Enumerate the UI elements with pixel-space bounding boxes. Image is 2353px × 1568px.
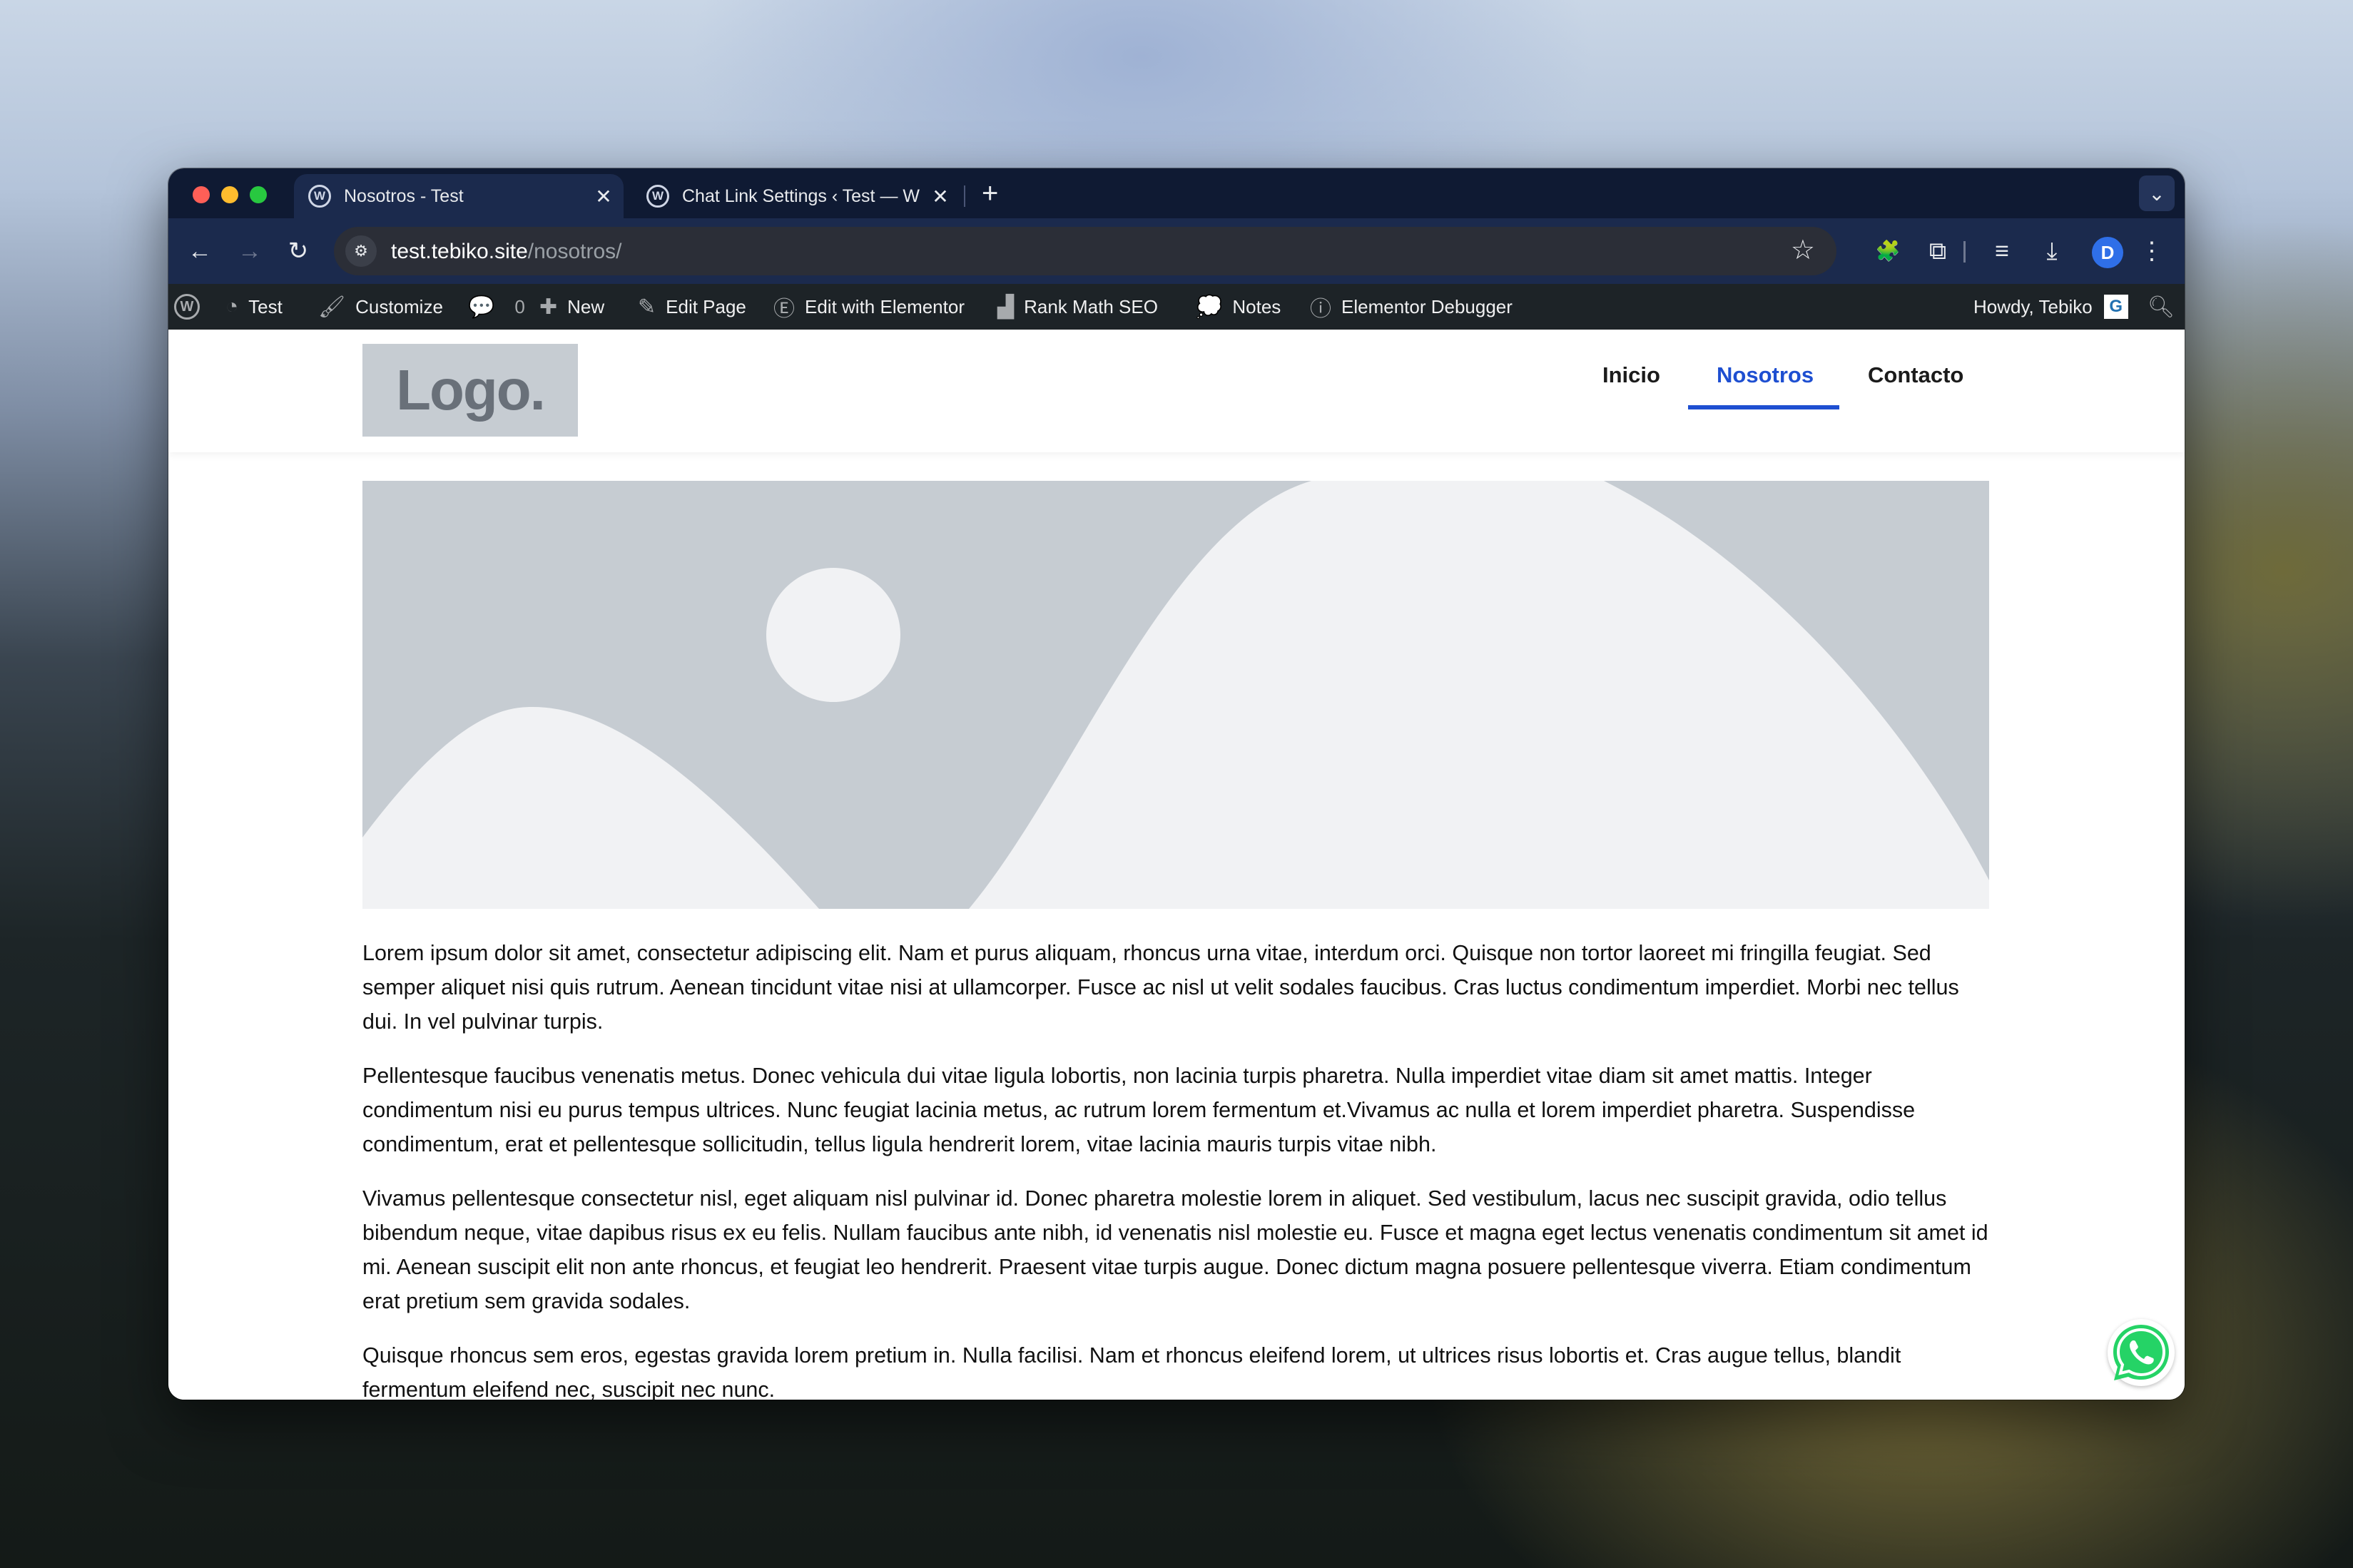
notes-label: Notes — [1232, 295, 1281, 317]
wp-admin-bar: W ◔ Test 🖌 Customize 💬 0 ✚ New ✎ Edit Pa… — [168, 284, 2185, 330]
close-tab-icon[interactable]: ✕ — [591, 185, 616, 208]
tab-strip: W Nosotros - Test ✕ W Chat Link Settings… — [168, 168, 2185, 218]
tab-separator — [964, 185, 965, 207]
profile-avatar[interactable]: D — [2092, 237, 2123, 268]
hero-placeholder-image — [362, 481, 1989, 909]
rank-math-label: Rank Math SEO — [1024, 295, 1158, 317]
speech-bubble-icon: 💭 — [1196, 295, 1223, 319]
rank-math-menu[interactable]: ▟ Rank Math SEO — [997, 284, 1158, 330]
edit-page-link[interactable]: ✎ Edit Page — [638, 284, 746, 330]
paragraph: Pellentesque faucibus venenatis metus. D… — [362, 1064, 1916, 1156]
customize-link[interactable]: 🖌 Customize — [318, 284, 443, 330]
site-header: Logo. Inicio Nosotros Contacto — [168, 330, 2185, 452]
notes-menu[interactable]: 💭 Notes — [1196, 284, 1281, 330]
elementor-debugger-label: Elementor Debugger — [1341, 295, 1513, 317]
close-window-button[interactable] — [193, 186, 210, 203]
comment-bubble-icon: 💬 — [468, 295, 495, 319]
admin-search[interactable]: 🔍︎ — [2148, 284, 2175, 330]
whatsapp-icon — [2113, 1325, 2169, 1380]
minimize-window-button[interactable] — [221, 186, 238, 203]
zoom-window-button[interactable] — [250, 186, 267, 203]
whatsapp-chat-button[interactable] — [2108, 1319, 2175, 1386]
extensions-puzzle-icon[interactable]: ⧉ — [1921, 234, 1955, 268]
reading-list-icon[interactable]: ≡ — [1985, 234, 2019, 268]
url-text: test.tebiko.site/nosotros/ — [391, 240, 622, 263]
bookmark-star-icon[interactable]: ☆ — [1791, 234, 1815, 266]
close-tab-icon[interactable]: ✕ — [928, 185, 953, 208]
paragraph: Vivamus pellentesque consectetur nisl, e… — [362, 1186, 1988, 1313]
edit-elementor-label: Edit with Elementor — [805, 295, 965, 317]
elementor-debugger-menu[interactable]: ⓘ Elementor Debugger — [1310, 284, 1513, 330]
toolbar-divider — [1963, 241, 1966, 263]
forward-arrow-icon[interactable]: → — [233, 234, 267, 268]
tab-chat-link-settings[interactable]: W Chat Link Settings ‹ Test — W ✕ — [632, 174, 960, 218]
new-label: New — [567, 295, 605, 317]
browser-toolbar: ← → ↻ ⚙ test.tebiko.site/nosotros/ ☆ 🧩 ⧉… — [168, 218, 2185, 284]
dashboard-gauge-icon: ◔ — [225, 295, 239, 318]
tab-title: Nosotros - Test — [344, 185, 464, 206]
nav-link-nosotros[interactable]: Nosotros — [1717, 362, 1814, 388]
wp-logo-menu[interactable]: W — [174, 284, 200, 330]
back-arrow-icon[interactable]: ← — [183, 234, 217, 268]
new-tab-button[interactable]: + — [982, 175, 998, 211]
browser-menu-icon[interactable]: ⋮ — [2135, 234, 2169, 268]
info-icon: ⓘ — [1310, 297, 1331, 321]
paragraph: Quisque rhoncus sem eros, egestas gravid… — [362, 1343, 1901, 1400]
comments-link[interactable]: 💬 0 — [468, 284, 525, 330]
extension-color-icon[interactable]: 🧩 — [1871, 234, 1905, 268]
nav-link-contacto[interactable]: Contacto — [1868, 362, 1963, 388]
search-icon: 🔍︎ — [2148, 295, 2175, 319]
reload-icon[interactable]: ↻ — [281, 234, 315, 268]
customize-label: Customize — [355, 295, 443, 317]
howdy-label: Howdy, Tebiko — [1973, 295, 2093, 317]
my-account-menu[interactable]: Howdy, Tebiko G — [1973, 284, 2128, 330]
browser-window: W Nosotros - Test ✕ W Chat Link Settings… — [168, 168, 2185, 1400]
edit-page-label: Edit Page — [666, 295, 746, 317]
rank-math-chart-icon: ▟ — [997, 295, 1015, 319]
nav-link-inicio[interactable]: Inicio — [1602, 362, 1660, 388]
paragraph: Lorem ipsum dolor sit amet, consectetur … — [362, 941, 1959, 1034]
download-icon[interactable]: ⤓ — [2035, 234, 2069, 268]
paintbrush-icon: 🖌 — [318, 295, 346, 319]
wordpress-favicon-icon: W — [646, 185, 669, 208]
user-avatar: G — [2103, 295, 2128, 319]
tab-nosotros[interactable]: W Nosotros - Test ✕ — [294, 174, 624, 218]
site-logo[interactable]: Logo. — [362, 344, 578, 437]
site-name-label: Test — [248, 295, 283, 317]
wordpress-logo-icon: W — [174, 294, 200, 320]
page-viewport: Logo. Inicio Nosotros Contacto Lorem ips… — [168, 330, 2185, 1400]
tab-search-chevron-icon[interactable]: ⌄ — [2139, 175, 2175, 211]
edit-with-elementor-link[interactable]: Ⓔ Edit with Elementor — [773, 284, 965, 330]
address-bar[interactable]: ⚙ test.tebiko.site/nosotros/ ☆ — [334, 227, 1836, 275]
elementor-icon: Ⓔ — [773, 297, 795, 321]
wordpress-favicon-icon: W — [308, 185, 331, 208]
new-content-menu[interactable]: ✚ New — [539, 284, 604, 330]
pencil-icon: ✎ — [638, 295, 656, 319]
page-content: Lorem ipsum dolor sit amet, consectetur … — [362, 936, 1996, 1400]
plus-icon: ✚ — [539, 295, 558, 319]
nav-active-underline — [1688, 405, 1839, 409]
tab-title: Chat Link Settings ‹ Test — W — [682, 185, 920, 206]
comments-count: 0 — [514, 295, 525, 317]
site-info-icon[interactable]: ⚙ — [345, 235, 377, 267]
site-name-menu[interactable]: ◔ Test — [225, 284, 283, 330]
